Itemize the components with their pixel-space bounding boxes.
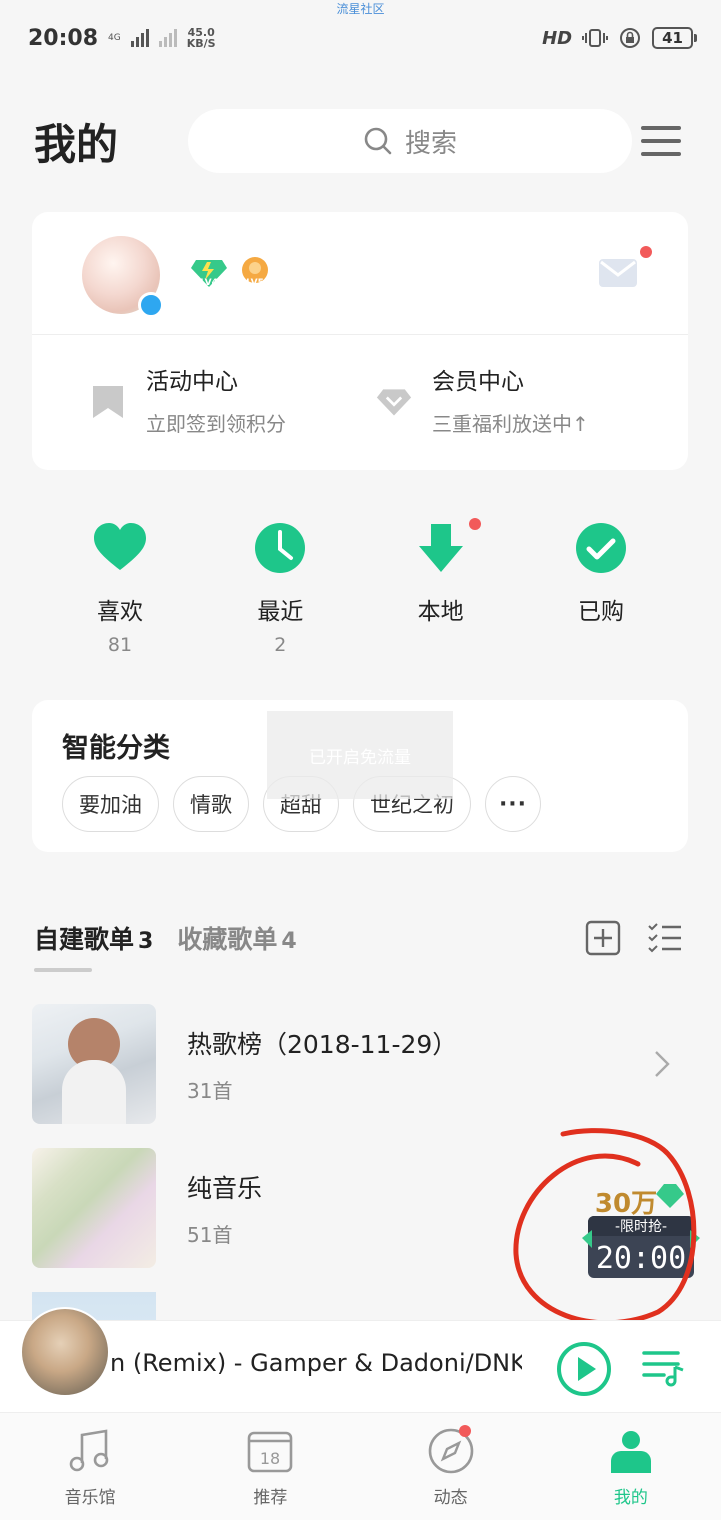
- nav-mine-label: 我的: [613, 1488, 648, 1508]
- tab-collected-playlists-count: 4: [281, 929, 297, 954]
- mail-icon[interactable]: [598, 258, 638, 288]
- nav-recommend[interactable]: 18 推荐: [180, 1413, 360, 1520]
- manage-list-icon[interactable]: [647, 920, 683, 956]
- check-circle-icon: [575, 523, 626, 573]
- activity-center-subtitle: 立即签到领积分: [146, 412, 286, 436]
- nav-music-hall-label: 音乐馆: [64, 1488, 116, 1508]
- playlist-cover: [32, 1148, 156, 1268]
- shortcut-recent[interactable]: 最近 2: [200, 520, 360, 656]
- search-bar[interactable]: 搜索: [188, 109, 632, 173]
- annotation-circle: [513, 1128, 697, 1326]
- shortcut-recent-count: 2: [274, 634, 287, 656]
- tab-own-playlists-label: 自建歌单: [34, 925, 135, 954]
- level-badge-lv5-icon[interactable]: LV5: [236, 256, 274, 288]
- nav-feed-label: 动态: [433, 1488, 468, 1508]
- rotation-lock-icon: [620, 28, 641, 48]
- mail-unread-dot: [640, 246, 652, 258]
- add-playlist-icon[interactable]: [585, 920, 621, 956]
- shortcut-purchased-label: 已购: [577, 599, 624, 625]
- level-text-lv5: LV5: [246, 278, 264, 288]
- battery-icon: 41: [652, 27, 697, 49]
- now-playing-cover[interactable]: [20, 1307, 110, 1397]
- avatar[interactable]: [82, 236, 164, 318]
- level-text-lv4: LV4: [200, 278, 218, 288]
- category-tag[interactable]: 要加油: [62, 776, 159, 832]
- vip-center-subtitle: 三重福利放送中↑: [432, 412, 589, 436]
- signal-icon-secondary: [158, 29, 177, 47]
- activity-center-link[interactable]: 活动中心 立即签到领积分: [90, 362, 286, 437]
- now-playing-bar[interactable]: n (Remix) - Gamper & Dadoni/DNKF: [0, 1307, 721, 1412]
- signal-icon: [130, 29, 149, 47]
- chevron-right-icon: [655, 1051, 670, 1077]
- shortcut-local-label: 本地: [417, 599, 464, 625]
- category-tag[interactable]: 情歌: [173, 776, 249, 832]
- vibrate-icon: [582, 29, 609, 47]
- vip-center-title: 会员中心: [432, 369, 524, 395]
- playlist-tabs: 自建歌单 3 收藏歌单 4: [34, 918, 683, 958]
- download-icon: [418, 524, 463, 572]
- watermark-text: 流星社区: [336, 2, 385, 16]
- bookmark-icon: [93, 386, 123, 418]
- calendar-icon: 18: [248, 1431, 293, 1473]
- toast-message: 已开启免流量: [267, 711, 453, 799]
- shortcut-row: 喜欢 81 最近 2 本地 已购: [40, 518, 681, 656]
- hd-voice-icon: HD: [542, 27, 573, 49]
- nav-mine[interactable]: 我的: [541, 1413, 721, 1520]
- nav-feed[interactable]: 动态: [361, 1413, 541, 1520]
- bottom-nav: 音乐馆 18 推荐 动态 我的: [0, 1412, 721, 1520]
- profile-card: LV4 LV5 活动中心 立即签到领积分 会员中心 三重福利放送中↑: [32, 212, 688, 470]
- page-title: 我的: [34, 119, 119, 169]
- shortcut-local[interactable]: 本地: [361, 518, 521, 656]
- playlist-cover: [32, 1004, 156, 1124]
- network-speed-unit: KB/S: [186, 37, 216, 50]
- menu-icon[interactable]: [641, 126, 681, 156]
- level-badge-lv4-icon[interactable]: LV4: [190, 256, 228, 288]
- nav-music-hall[interactable]: 音乐馆: [0, 1413, 180, 1520]
- activity-center-title: 活动中心: [146, 369, 238, 395]
- feed-notify-dot: [458, 1425, 471, 1437]
- smart-category-title: 智能分类: [62, 733, 170, 764]
- heart-icon: [94, 523, 146, 570]
- shortcut-recent-label: 最近: [257, 599, 304, 625]
- shortcut-purchased[interactable]: 已购: [521, 520, 681, 656]
- person-icon: [610, 1431, 651, 1473]
- shortcut-favorites-count: 81: [107, 634, 133, 656]
- playlist-queue-icon[interactable]: [642, 1347, 686, 1387]
- vip-center-link[interactable]: 会员中心 三重福利放送中↑: [376, 362, 589, 437]
- playlist-count: 51首: [187, 1222, 233, 1247]
- music-note-icon: [69, 1429, 109, 1472]
- now-playing-title: n (Remix) - Gamper & Dadoni/DNKF: [110, 1349, 522, 1377]
- play-icon[interactable]: [556, 1341, 612, 1397]
- clock-icon: [255, 523, 306, 573]
- active-tab-indicator: [34, 968, 92, 972]
- tab-own-playlists-count: 3: [138, 929, 154, 954]
- playlist-name: 纯音乐: [187, 1173, 263, 1203]
- local-notify-dot: [468, 518, 481, 530]
- tab-own-playlists[interactable]: 自建歌单 3: [34, 920, 153, 956]
- search-placeholder: 搜索: [404, 128, 457, 159]
- network-type: 4G: [108, 32, 121, 43]
- shortcut-favorites-label: 喜欢: [97, 599, 143, 625]
- divider: [32, 334, 688, 335]
- search-icon: [364, 127, 392, 155]
- shortcut-favorites[interactable]: 喜欢 81: [40, 520, 200, 656]
- playlist-count: 31首: [187, 1078, 233, 1103]
- page-header: 我的 搜索: [34, 108, 681, 174]
- diamond-icon: [376, 389, 412, 416]
- calendar-day: 18: [260, 1449, 280, 1468]
- tab-collected-playlists-label: 收藏歌单: [177, 925, 278, 954]
- qq-badge-icon: [138, 292, 164, 318]
- playlist-item[interactable]: 热歌榜（2018-11-29） 31首: [32, 1004, 688, 1124]
- playlist-name: 热歌榜（2018-11-29）: [187, 1029, 458, 1059]
- status-time: 20:08: [28, 25, 99, 51]
- status-bar: 20:08 4G 45.0 KB/S HD 41: [28, 20, 697, 56]
- tab-collected-playlists[interactable]: 收藏歌单 4: [177, 920, 296, 956]
- more-categories-button[interactable]: ···: [485, 776, 541, 832]
- nav-recommend-label: 推荐: [253, 1488, 288, 1508]
